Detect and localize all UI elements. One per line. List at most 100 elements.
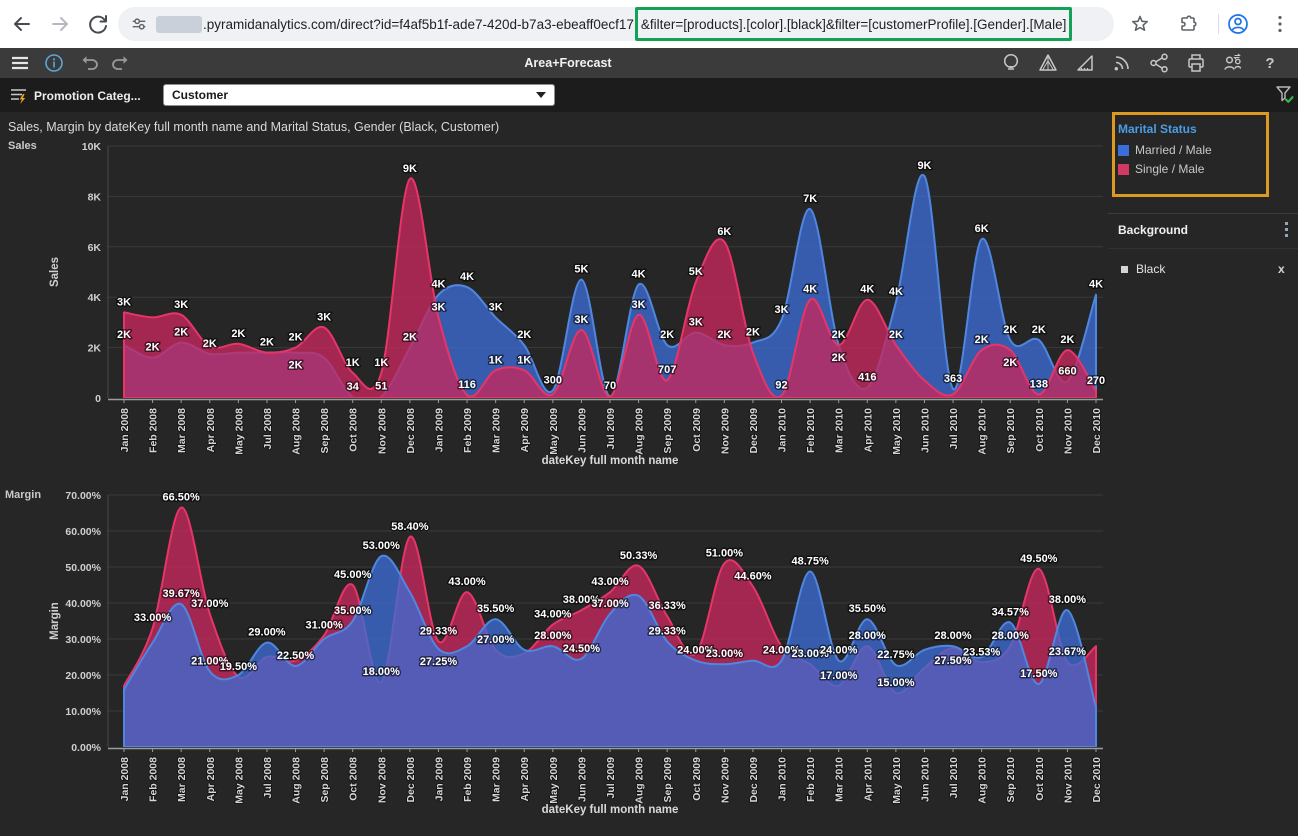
x-tick-label: Feb 2010 [805, 757, 817, 802]
back-icon[interactable] [10, 12, 34, 36]
x-tick-label: Jun 2009 [576, 757, 588, 802]
data-label: 51 [375, 381, 387, 393]
x-tick-label: Sep 2009 [662, 408, 674, 454]
profile-icon[interactable] [1226, 12, 1250, 36]
svg-text:8K: 8K [88, 191, 102, 203]
data-label: 2K [660, 329, 674, 341]
kebab-menu-icon[interactable] [1285, 222, 1288, 240]
x-tick-label: Jun 2010 [919, 757, 931, 802]
data-label: 2K [203, 338, 217, 350]
x-tick-label: Apr 2009 [519, 408, 531, 453]
data-label: 37.00% [191, 598, 229, 610]
data-label: 35.50% [477, 603, 515, 615]
data-label: 3K [117, 296, 131, 308]
svg-text:6K: 6K [88, 242, 102, 254]
legend-item-single[interactable]: Single / Male [1118, 162, 1212, 176]
data-label: 116 [458, 379, 476, 391]
data-label: 2K [1003, 324, 1017, 336]
print-icon[interactable] [1184, 51, 1208, 75]
slicer-icon[interactable] [8, 85, 30, 107]
x-tick-label: May 2008 [233, 408, 245, 455]
app-toolbar: ? [0, 48, 1298, 78]
data-label: 4K [803, 284, 817, 296]
data-label: 3K [574, 314, 588, 326]
chart-header: Sales, Margin by dateKey full month name… [8, 120, 499, 134]
info-icon[interactable] [42, 51, 66, 75]
x-tick-label: Dec 2010 [1091, 408, 1103, 454]
forward-icon[interactable] [48, 12, 72, 36]
help-icon[interactable]: ? [1258, 51, 1282, 75]
x-tick-label: Jul 2009 [605, 757, 617, 799]
data-label: 23.53% [963, 646, 1001, 658]
share-icon[interactable] [1147, 51, 1171, 75]
data-label: 2K [260, 337, 274, 349]
plot-area [124, 175, 1096, 403]
x-tick-label: Sep 2010 [1005, 757, 1017, 803]
collaborate-icon[interactable] [1221, 51, 1245, 75]
x-tick-label: Nov 2008 [376, 408, 388, 454]
data-label: 23.00% [706, 648, 744, 660]
x-tick-label: Feb 2010 [805, 408, 817, 453]
x-tick-label: May 2010 [891, 408, 903, 455]
data-label: 28.00% [934, 630, 972, 642]
x-tick-label: Jun 2010 [919, 408, 931, 453]
x-tick-label: Jan 2010 [777, 408, 789, 453]
present-icon[interactable] [999, 51, 1023, 75]
data-label: 2K [1003, 357, 1017, 369]
data-label: 2K [1060, 334, 1074, 346]
data-label: 53.00% [363, 540, 401, 552]
x-tick-label: Jun 2009 [576, 408, 588, 453]
data-label: 9K [403, 163, 417, 175]
married-swatch-icon [1118, 145, 1129, 156]
customer-dropdown[interactable]: Customer [163, 84, 555, 106]
data-label: 35.50% [849, 603, 887, 615]
x-tick-label: Dec 2009 [748, 757, 760, 803]
data-label: 37.00% [591, 598, 629, 610]
url-text: .pyramidanalytics.com/direct?id=f4af5b1f… [203, 17, 634, 32]
x-tick-label: Dec 2010 [1091, 757, 1103, 803]
data-label: 38.00% [1049, 594, 1087, 606]
x-tick-label: Mar 2009 [491, 757, 503, 802]
data-label: 2K [174, 327, 188, 339]
broadcast-icon[interactable] [1110, 51, 1134, 75]
slicer-label[interactable]: Promotion Categ... [34, 89, 141, 103]
data-label: 3K [489, 301, 503, 313]
x-tick-label: Oct 2009 [691, 757, 703, 801]
svg-text:0: 0 [95, 393, 101, 405]
hamburger-icon[interactable] [8, 51, 32, 75]
tune-icon[interactable] [130, 15, 148, 33]
filter-applied-icon[interactable] [1274, 84, 1296, 106]
data-label: 2K [746, 327, 760, 339]
refresh-icon[interactable] [86, 12, 110, 36]
legend-item-married[interactable]: Married / Male [1118, 143, 1212, 157]
data-label: 2K [403, 332, 417, 344]
data-label: 44.60% [734, 570, 772, 582]
pyramid-icon[interactable] [1036, 51, 1060, 75]
page-title: Area+Forecast [524, 56, 611, 70]
extensions-icon[interactable] [1176, 12, 1200, 36]
svg-text:30.00%: 30.00% [65, 634, 101, 646]
undo-icon[interactable] [78, 51, 102, 75]
remove-filter-button[interactable]: x [1278, 262, 1285, 276]
data-label: 707 [658, 364, 676, 376]
data-label: 36.33% [649, 600, 687, 612]
x-tick-label: May 2009 [548, 757, 560, 804]
data-label: 29.33% [420, 625, 458, 637]
data-label: 6K [717, 226, 731, 238]
x-tick-label: Apr 2008 [205, 757, 217, 802]
ruler-icon[interactable] [1073, 51, 1097, 75]
x-tick-label: Sep 2008 [319, 757, 331, 803]
star-icon[interactable] [1128, 12, 1152, 36]
x-tick-label: Sep 2009 [662, 757, 674, 803]
menu-icon[interactable] [1268, 12, 1292, 36]
data-label: 7K [803, 193, 817, 205]
background-item-label[interactable]: Black [1136, 262, 1165, 276]
x-axis-title: dateKey full month name [542, 804, 679, 816]
y-axis-title: Sales [49, 257, 61, 287]
redo-icon[interactable] [108, 51, 132, 75]
area-series [124, 178, 1096, 398]
svg-text:10.00%: 10.00% [65, 706, 101, 718]
url-bar[interactable]: .pyramidanalytics.com/direct?id=f4af5b1f… [118, 7, 1114, 41]
x-tick-label: Jul 2008 [262, 408, 274, 450]
data-label: 31.00% [305, 619, 343, 631]
